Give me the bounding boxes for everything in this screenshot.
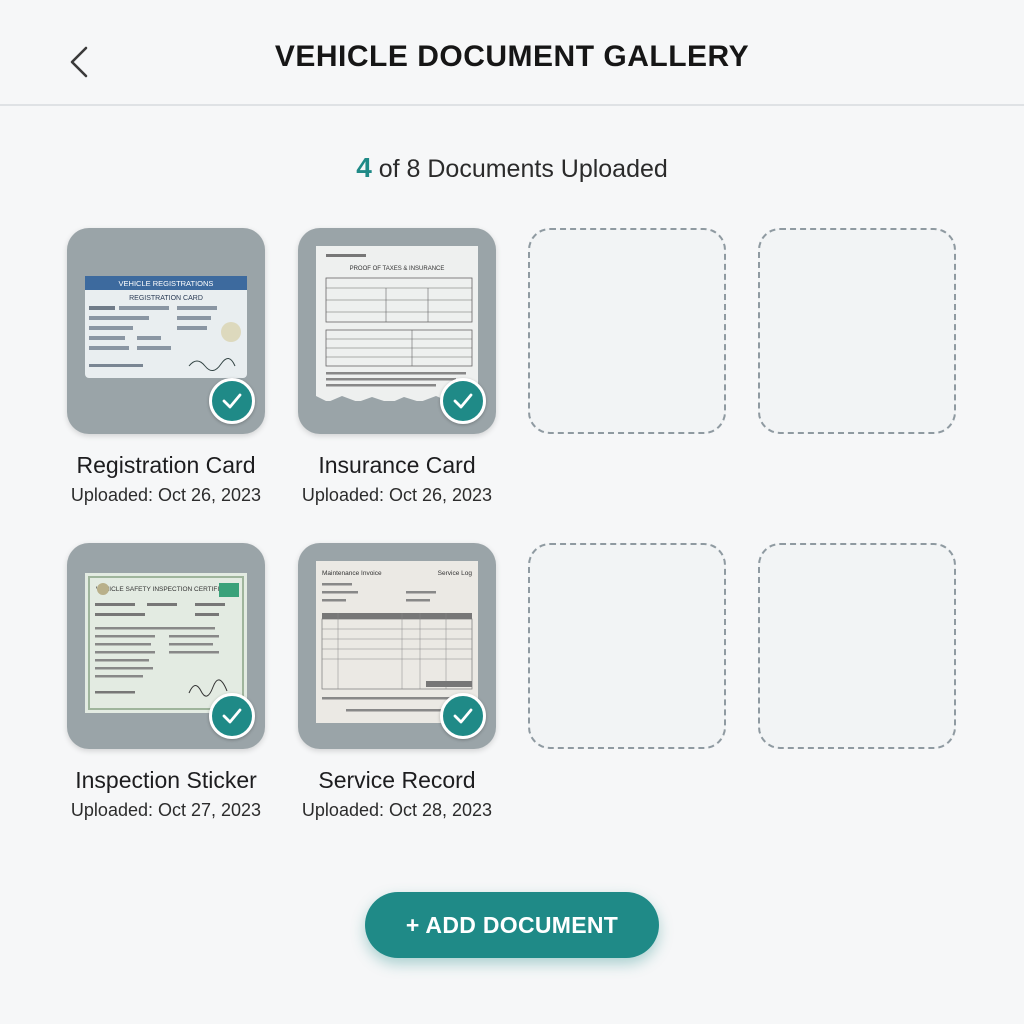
checkmark-icon <box>222 393 242 409</box>
uploaded-count: 4 <box>356 152 372 183</box>
uploaded-check-badge <box>209 693 255 739</box>
document-tile-inspection[interactable]: VEHICLE SAFETY INSPECTION CERTIFICATE <box>67 543 265 749</box>
add-document-button[interactable]: + ADD DOCUMENT <box>365 892 659 958</box>
upload-progress: 4 of 8 Documents Uploaded <box>0 152 1024 184</box>
document-tile-insurance[interactable]: PROOF OF TAXES & INSURANCE <box>298 228 496 434</box>
checkmark-icon <box>453 708 473 724</box>
empty-document-slot[interactable] <box>758 228 956 434</box>
inspection-title-text: VEHICLE SAFETY INSPECTION CERTIFICATE <box>96 586 237 593</box>
uploaded-check-badge <box>440 693 486 739</box>
uploaded-check-badge <box>209 378 255 424</box>
document-name: Service Record <box>318 767 476 793</box>
document-tile-service[interactable]: Maintenance Invoice Service Log <box>298 543 496 749</box>
document-name: Insurance Card <box>318 452 476 478</box>
document-name: Inspection Sticker <box>75 767 257 793</box>
document-name: Registration Card <box>76 452 256 478</box>
header-bar: VEHICLE DOCUMENT GALLERY <box>0 0 1024 106</box>
upload-date: Uploaded: Oct 26, 2023 <box>301 485 493 505</box>
checkmark-icon <box>222 708 242 724</box>
upload-date: Uploaded: Oct 27, 2023 <box>70 800 262 820</box>
uploaded-check-badge <box>440 378 486 424</box>
registration-header-text: VEHICLE REGISTRATIONS <box>119 279 214 288</box>
registration-title-text: REGISTRATION CARD <box>129 295 203 302</box>
empty-document-slot[interactable] <box>528 543 726 749</box>
document-tile-registration[interactable]: VEHICLE REGISTRATIONS REGISTRATION CARD <box>67 228 265 434</box>
progress-text: of 8 Documents Uploaded <box>371 155 668 183</box>
empty-document-slot[interactable] <box>758 543 956 749</box>
service-invoice-text: Maintenance Invoice <box>322 570 382 577</box>
empty-document-slot[interactable] <box>528 228 726 434</box>
service-log-text: Service Log <box>438 570 473 577</box>
upload-date: Uploaded: Oct 26, 2023 <box>70 485 262 505</box>
page-title: VEHICLE DOCUMENT GALLERY <box>274 40 750 73</box>
insurance-title-text: PROOF OF TAXES & INSURANCE <box>350 266 445 272</box>
checkmark-icon <box>453 393 473 409</box>
upload-date: Uploaded: Oct 28, 2023 <box>301 800 493 820</box>
